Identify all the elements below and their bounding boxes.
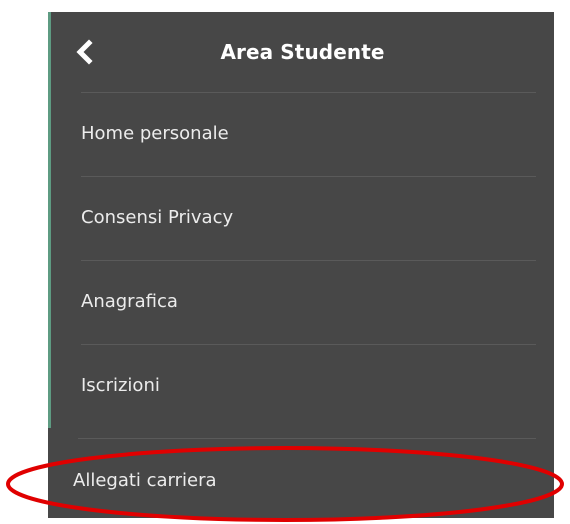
menu-title: Area Studente (220, 40, 385, 64)
menu-divider (78, 438, 536, 439)
screenshot-stage: Area Studente Home personale Consensi Pr… (0, 0, 570, 524)
menu-item-allegati-carriera[interactable]: Allegati carriera (48, 468, 554, 508)
menu-item-label: Home personale (81, 123, 229, 144)
menu-item-label: Allegati carriera (73, 470, 217, 491)
menu-item-anagrafica[interactable]: Anagrafica (51, 261, 554, 344)
menu-bottom-section: Allegati carriera (48, 428, 554, 518)
menu-item-label: Iscrizioni (81, 375, 160, 396)
menu-item-label: Anagrafica (81, 291, 178, 312)
side-menu-panel: Area Studente Home personale Consensi Pr… (48, 12, 554, 428)
menu-item-label: Consensi Privacy (81, 207, 234, 228)
menu-item-consensi-privacy[interactable]: Consensi Privacy (51, 177, 554, 260)
menu-item-home-personale[interactable]: Home personale (51, 93, 554, 176)
menu-header: Area Studente (51, 12, 554, 92)
menu-item-iscrizioni[interactable]: Iscrizioni (51, 345, 554, 428)
